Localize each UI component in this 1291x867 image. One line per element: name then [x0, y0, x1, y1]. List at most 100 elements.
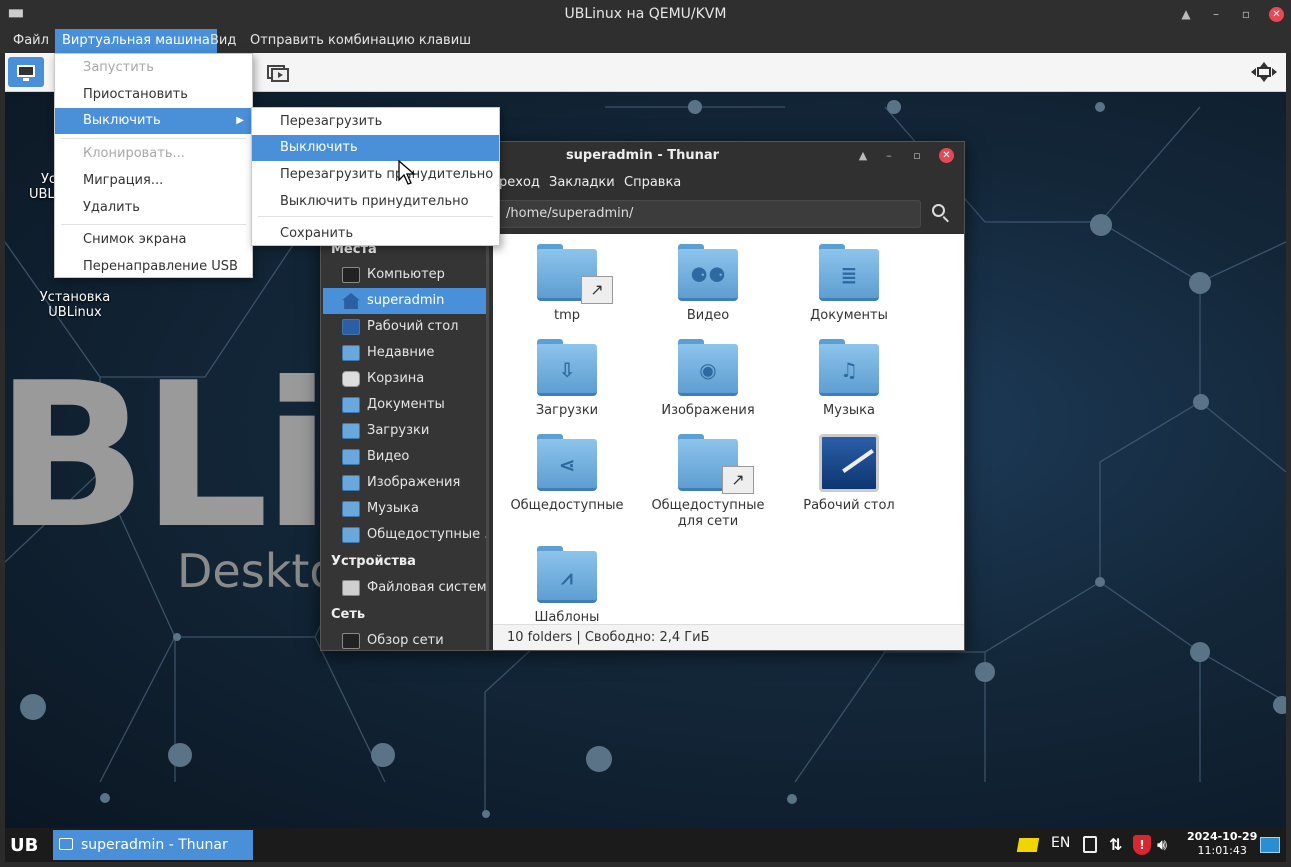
public-link-icon: [342, 527, 360, 543]
menu-item-migrate[interactable]: Миграция...: [55, 168, 252, 194]
computer-icon: [342, 267, 360, 283]
window-titlebar: ▆▆ UBLinux на QEMU/KVM ▲ – ▫ ✕: [0, 0, 1291, 29]
brand-subtitle: Deskto: [177, 544, 338, 598]
thunar-minimize-button[interactable]: –: [881, 148, 897, 164]
folder-tmp[interactable]: ↗ tmp: [499, 244, 635, 324]
pictures-icon: [342, 475, 360, 491]
security-shield-icon[interactable]: !: [1133, 835, 1151, 855]
templates-folder-icon: ⩘: [537, 546, 597, 604]
music-folder-icon: ♫: [819, 339, 879, 397]
menu-item-run[interactable]: Запустить: [55, 55, 252, 81]
clock[interactable]: 2024-10-29 11:01:43: [1187, 830, 1257, 857]
file-manager-icon: [59, 838, 73, 850]
menu-item-force-reset[interactable]: Перезагрузить принудительно: [252, 162, 499, 188]
thunar-maximize-button[interactable]: ▫: [909, 148, 925, 164]
menubar: Файл Виртуальная машина Вид Отправить ко…: [0, 29, 1291, 53]
devices-header: Устройства: [331, 554, 416, 569]
thunar-icon-view[interactable]: ↗ tmp ⚈⚈ Видео ≣ Документы ⇩ Загрузки ◉ …: [493, 234, 964, 624]
desktop-icon: [342, 319, 360, 335]
menu-item-shutdown-submenu[interactable]: Выключить: [252, 135, 499, 161]
minimize-button[interactable]: –: [1208, 6, 1224, 22]
folder-public[interactable]: ⋖ Общедоступные: [499, 434, 635, 514]
downloads-folder-icon: ⇩: [537, 339, 597, 397]
menu-item-usb-redirect[interactable]: Перенаправление USB: [55, 254, 252, 280]
sidebar-item-documents[interactable]: Документы: [323, 392, 489, 418]
menu-item-screenshot[interactable]: Снимок экрана: [55, 227, 252, 253]
search-icon[interactable]: [932, 204, 952, 224]
console-view-button[interactable]: [8, 57, 44, 87]
sidebar-item-filesystem[interactable]: Файловая система: [323, 575, 489, 601]
shutdown-submenu: Перезагрузить Выключить Перезагрузить пр…: [251, 107, 500, 246]
vm-menu: Запустить Приостановить Выключить ▶ Клон…: [54, 53, 253, 278]
trash-icon: [342, 371, 360, 387]
sidebar-item-network[interactable]: Обзор сети: [323, 628, 489, 650]
menu-item-pause[interactable]: Приостановить: [55, 82, 252, 108]
folder-desktop[interactable]: Рабочий стол: [781, 434, 917, 514]
network-icon[interactable]: ⇅: [1109, 835, 1122, 855]
sidebar-item-public[interactable]: Общедоступные ...: [323, 522, 489, 548]
sidebar-scrollbar[interactable]: [486, 234, 489, 650]
menu-send-key[interactable]: Отправить комбинацию клавиш: [243, 29, 478, 53]
recent-icon: [342, 345, 360, 361]
taskbar: UB superadmin - Thunar EN ⇅ ! 🔊︎ 2024-10…: [5, 828, 1286, 862]
keyboard-layout-icon[interactable]: [1016, 838, 1040, 852]
language-indicator[interactable]: EN: [1051, 835, 1070, 855]
sidebar-item-trash[interactable]: Корзина: [323, 366, 489, 392]
menu-view[interactable]: Вид: [203, 29, 243, 53]
menu-item-force-off[interactable]: Выключить принудительно: [252, 189, 499, 215]
folder-pictures[interactable]: ◉ Изображения: [640, 339, 776, 419]
menu-item-save[interactable]: Сохранить: [252, 221, 499, 247]
sidebar-item-recent[interactable]: Недавние: [323, 340, 489, 366]
home-icon: [342, 293, 360, 309]
fullscreen-button[interactable]: [1246, 57, 1282, 87]
sidebar-item-music[interactable]: Музыка: [323, 496, 489, 522]
sidebar-item-pictures[interactable]: Изображения: [323, 470, 489, 496]
clipboard-icon[interactable]: [1083, 836, 1097, 853]
folder-icon: ↗: [678, 434, 754, 494]
drive-icon: [342, 580, 360, 596]
symlink-arrow-icon: ↗: [581, 276, 613, 304]
music-icon: [342, 501, 360, 517]
folder-templates[interactable]: ⩘ Шаблоны: [499, 546, 635, 624]
sidebar-item-home[interactable]: superadmin: [323, 288, 489, 314]
maximize-button[interactable]: ▫: [1238, 6, 1254, 22]
thunar-keep-above-button[interactable]: ▲: [855, 148, 871, 164]
thunar-menu-go[interactable]: реход: [499, 175, 540, 190]
thunar-statusbar: 10 folders | Свободно: 2,4 ГиБ: [493, 624, 964, 650]
sidebar-item-desktop[interactable]: Рабочий стол: [323, 314, 489, 340]
snapshots-button[interactable]: [260, 57, 296, 87]
thunar-menu-bookmarks[interactable]: Закладки: [549, 175, 615, 190]
folder-video[interactable]: ⚈⚈ Видео: [640, 244, 776, 324]
pictures-folder-icon: ◉: [678, 339, 738, 397]
public-folder-icon: ⋖: [537, 434, 597, 492]
monitor-icon: [17, 65, 35, 77]
menu-file[interactable]: Файл: [6, 29, 56, 53]
symlink-arrow-icon: ↗: [722, 466, 754, 494]
folder-documents[interactable]: ≣ Документы: [781, 244, 917, 324]
documents-icon: [342, 397, 360, 413]
keep-above-button[interactable]: ▲: [1178, 6, 1194, 22]
desktop-icon-install-ublinux[interactable]: Установка UBLinux: [35, 290, 115, 320]
menu-item-delete[interactable]: Удалить: [55, 195, 252, 221]
menu-item-shutdown[interactable]: Выключить ▶: [55, 108, 252, 134]
thunar-menu-help[interactable]: Справка: [624, 175, 681, 190]
start-menu-button[interactable]: UB: [10, 835, 38, 856]
sidebar-item-computer[interactable]: Компьютер: [323, 262, 489, 288]
menu-item-clone[interactable]: Клонировать...: [55, 141, 252, 167]
window-title: UBLinux на QEMU/KVM: [564, 6, 727, 22]
close-button[interactable]: ✕: [1269, 7, 1284, 22]
menu-virtual-machine[interactable]: Виртуальная машина: [55, 29, 217, 53]
sidebar-item-video[interactable]: Видео: [323, 444, 489, 470]
path-input[interactable]: /home/superadmin/: [441, 200, 921, 228]
submenu-arrow-icon: ▶: [236, 115, 244, 126]
folder-music[interactable]: ♫ Музыка: [781, 339, 917, 419]
sidebar-item-downloads[interactable]: Загрузки: [323, 418, 489, 444]
show-desktop-icon[interactable]: [1260, 837, 1280, 853]
task-thunar-button[interactable]: superadmin - Thunar: [53, 830, 253, 860]
menu-item-reboot[interactable]: Перезагрузить: [252, 109, 499, 135]
folder-public-network[interactable]: ↗ Общедоступные для сети: [640, 434, 776, 530]
thunar-close-button[interactable]: ✕: [939, 148, 954, 163]
network-icon: [342, 633, 360, 649]
folder-downloads[interactable]: ⇩ Загрузки: [499, 339, 635, 419]
volume-icon[interactable]: 🔊︎: [1157, 835, 1167, 855]
